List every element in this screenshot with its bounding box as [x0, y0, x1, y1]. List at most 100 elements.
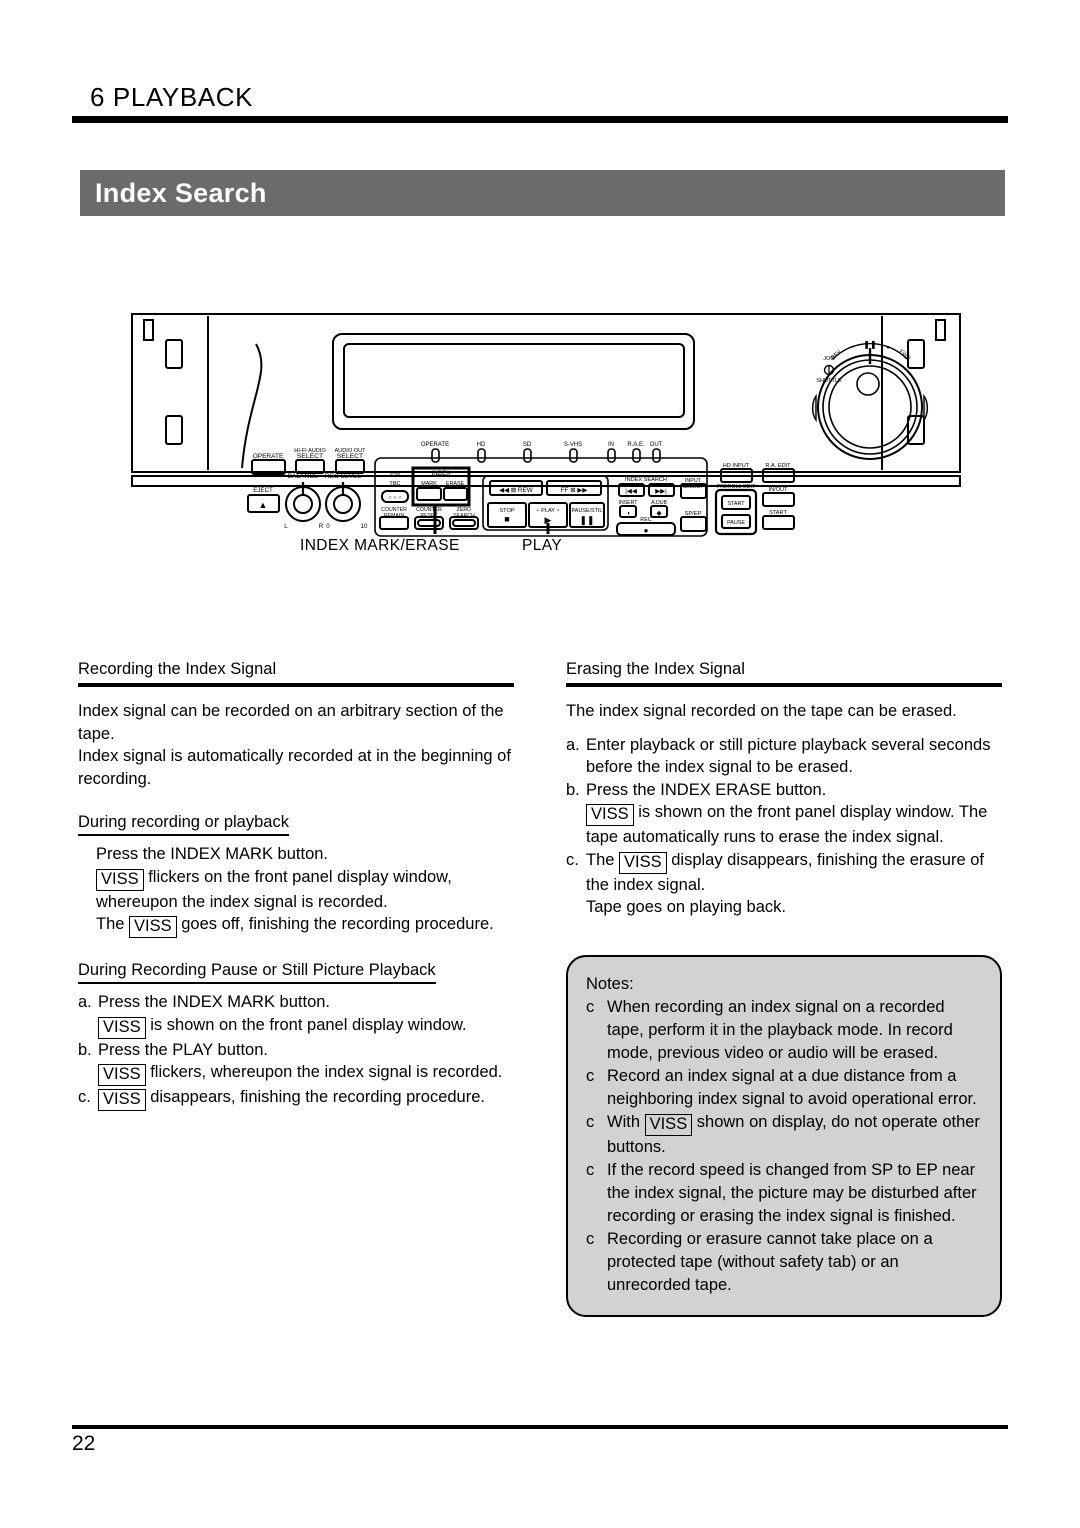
- left-column: Recording the Index Signal Index signal …: [78, 658, 514, 1111]
- right-column-heading: Erasing the Index Signal: [566, 660, 745, 678]
- step-marker: b.: [78, 1040, 92, 1059]
- instruction-step: VISS is shown on the front panel display…: [586, 803, 988, 846]
- step-marker: c.: [566, 850, 579, 869]
- viss-indicator-box: VISS: [586, 804, 634, 826]
- left-intro-line-1: Index signal can be recorded on an arbit…: [78, 702, 504, 743]
- notes-items: c When recording an index signal on a rec…: [586, 996, 982, 1297]
- svg-text:IN/OUT: IN/OUT: [769, 487, 789, 493]
- svg-text:SEARCH: SEARCH: [453, 513, 475, 519]
- svg-text:START: START: [769, 510, 787, 516]
- step-marker: c.: [78, 1088, 91, 1106]
- erasing-steps: a. Enter playback or still picture playba…: [566, 734, 1002, 919]
- callout-play: PLAY: [522, 537, 563, 554]
- viss-indicator-box: VISS: [98, 1016, 146, 1039]
- svg-text:START: START: [727, 501, 745, 507]
- instruction-step: b. Press the INDEX ERASE button.: [566, 779, 1002, 802]
- svg-text:FWD: FWD: [898, 349, 912, 362]
- chapter-title: 6 PLAYBACK: [90, 82, 254, 112]
- svg-text:S29: S29: [390, 473, 400, 479]
- svg-text:◀◀ ⊠ REW: ◀◀ ⊠ REW: [499, 487, 534, 494]
- note-bullet-icon: c: [586, 1113, 595, 1131]
- right-intro: The index signal recorded on the tape ca…: [566, 702, 957, 720]
- viss-indicator-box: VISS: [98, 1089, 146, 1111]
- svg-text:PAUSE: PAUSE: [727, 520, 745, 526]
- notes-title: Notes:: [586, 975, 634, 993]
- step-marker: a.: [566, 735, 580, 754]
- instruction-step: b. Press the PLAY button.: [78, 1039, 514, 1062]
- svg-text:0: 0: [326, 523, 330, 530]
- svg-text:◆: ◆: [657, 510, 663, 517]
- instruction-line: Press the INDEX MARK button.: [96, 845, 329, 863]
- instruction-step: VISS is shown on the front panel display…: [78, 1014, 514, 1039]
- vcr-front-panel-figure: OPERATE HI-FI AUDIO SELECT AUDIO OUT SEL…: [130, 312, 962, 562]
- note-item: c Recording or erasure cannot take place …: [586, 1230, 933, 1294]
- svg-text:FF ⊠ ▶▶: FF ⊠ ▶▶: [561, 487, 588, 494]
- note-item: c If the record speed is changed from SP …: [586, 1161, 977, 1225]
- svg-text:OPERATE: OPERATE: [253, 453, 284, 460]
- instruction-step: c. VISS disappears, finishing the recordi…: [78, 1086, 514, 1111]
- svg-text:R.A. EDIT: R.A. EDIT: [765, 463, 791, 469]
- svg-text:TBC: TBC: [389, 481, 400, 487]
- svg-text:◓: ◓: [850, 345, 854, 351]
- left-column-heading: Recording the Index Signal: [78, 660, 277, 678]
- svg-text:REC LEVEL: REC LEVEL: [325, 473, 362, 480]
- step-marker: a.: [78, 993, 92, 1011]
- svg-text:■: ■: [504, 514, 509, 524]
- svg-text:❚❚: ❚❚: [579, 515, 594, 526]
- chapter-header: 6 PLAYBACK: [72, 82, 1008, 123]
- instruction-step: c. The VISS display disappears, finishing…: [566, 850, 984, 894]
- instruction-step: a. Enter playback or still picture playba…: [566, 735, 991, 777]
- viss-indicator-box: VISS: [98, 1064, 146, 1086]
- note-bullet-icon: c: [586, 998, 595, 1016]
- svg-text:EJECT: EJECT: [253, 487, 273, 494]
- svg-text:L: L: [284, 523, 288, 530]
- svg-text:∘ PLAY ∘: ∘ PLAY ∘: [536, 508, 560, 514]
- svg-text:10: 10: [361, 523, 368, 530]
- during-recording-pause-block: During Recording Pause or Still Picture …: [78, 959, 514, 1111]
- step-marker: b.: [566, 780, 580, 799]
- during-recording-pause-heading: During Recording Pause or Still Picture …: [78, 959, 436, 984]
- note-item: c With VISS shown on display, do not oper…: [586, 1113, 980, 1156]
- viss-indicator-box: VISS: [619, 851, 667, 874]
- instruction-line: VISS flickers on the front panel display…: [96, 867, 452, 911]
- footer-rule: [72, 1425, 1008, 1429]
- svg-text:R: R: [319, 523, 324, 530]
- svg-text:INDEX: INDEX: [432, 470, 451, 477]
- svg-text:▶▶|: ▶▶|: [655, 488, 667, 495]
- svg-text:R.A.E.: R.A.E.: [627, 442, 645, 448]
- during-recording-pause-items: a. Press the INDEX MARK button. VISS is sh…: [78, 991, 514, 1111]
- note-bullet-icon: c: [586, 1230, 595, 1248]
- chapter-header-rule: [72, 116, 1008, 123]
- note-item: c When recording an index signal on a rec…: [586, 998, 953, 1062]
- during-recording-or-playback-block: During recording or playback Press the I…: [78, 811, 514, 938]
- note-bullet-icon: c: [586, 1067, 595, 1085]
- svg-text:A.DUB: A.DUB: [651, 500, 667, 506]
- svg-text:REMAIN: REMAIN: [384, 513, 404, 519]
- svg-text:SELECT: SELECT: [297, 453, 323, 460]
- svg-text:REV: REV: [830, 349, 843, 361]
- svg-text:❚❚: ❚❚: [863, 340, 876, 349]
- svg-text:MARK: MARK: [421, 481, 437, 487]
- instruction-step: Tape goes on playing back.: [586, 898, 786, 916]
- svg-text:HD: HD: [477, 442, 486, 448]
- viss-indicator-box: VISS: [96, 868, 144, 891]
- section-title: Index Search: [95, 177, 267, 208]
- svg-text:SP/EP: SP/EP: [684, 511, 701, 517]
- svg-text:OUT: OUT: [650, 442, 663, 448]
- svg-text:SD: SD: [523, 442, 532, 448]
- svg-text:BALANCE: BALANCE: [288, 473, 319, 480]
- svg-text:SHUTTLE: SHUTTLE: [816, 378, 842, 384]
- right-column: Erasing the Index Signal The index signa…: [566, 658, 1002, 919]
- viss-indicator-box: VISS: [644, 1114, 693, 1136]
- svg-text:INSERT: INSERT: [619, 500, 639, 506]
- note-bullet-icon: c: [586, 1161, 595, 1179]
- svg-text:REC: REC: [640, 517, 651, 523]
- svg-text:SELECT: SELECT: [337, 453, 363, 460]
- section-banner: Index Search: [80, 170, 1005, 216]
- svg-text:HD INPUT: HD INPUT: [723, 463, 750, 469]
- svg-text:PREROLL EDIT: PREROLL EDIT: [717, 484, 756, 490]
- during-recording-or-playback-heading: During recording or playback: [78, 811, 289, 836]
- during-recording-or-playback-lines: Press the INDEX MARK button. VISS flicker…: [78, 843, 514, 938]
- callout-index-mark-erase: INDEX MARK/ERASE: [300, 537, 460, 554]
- vcr-front-panel-illustration: OPERATE HI-FI AUDIO SELECT AUDIO OUT SEL…: [131, 313, 961, 537]
